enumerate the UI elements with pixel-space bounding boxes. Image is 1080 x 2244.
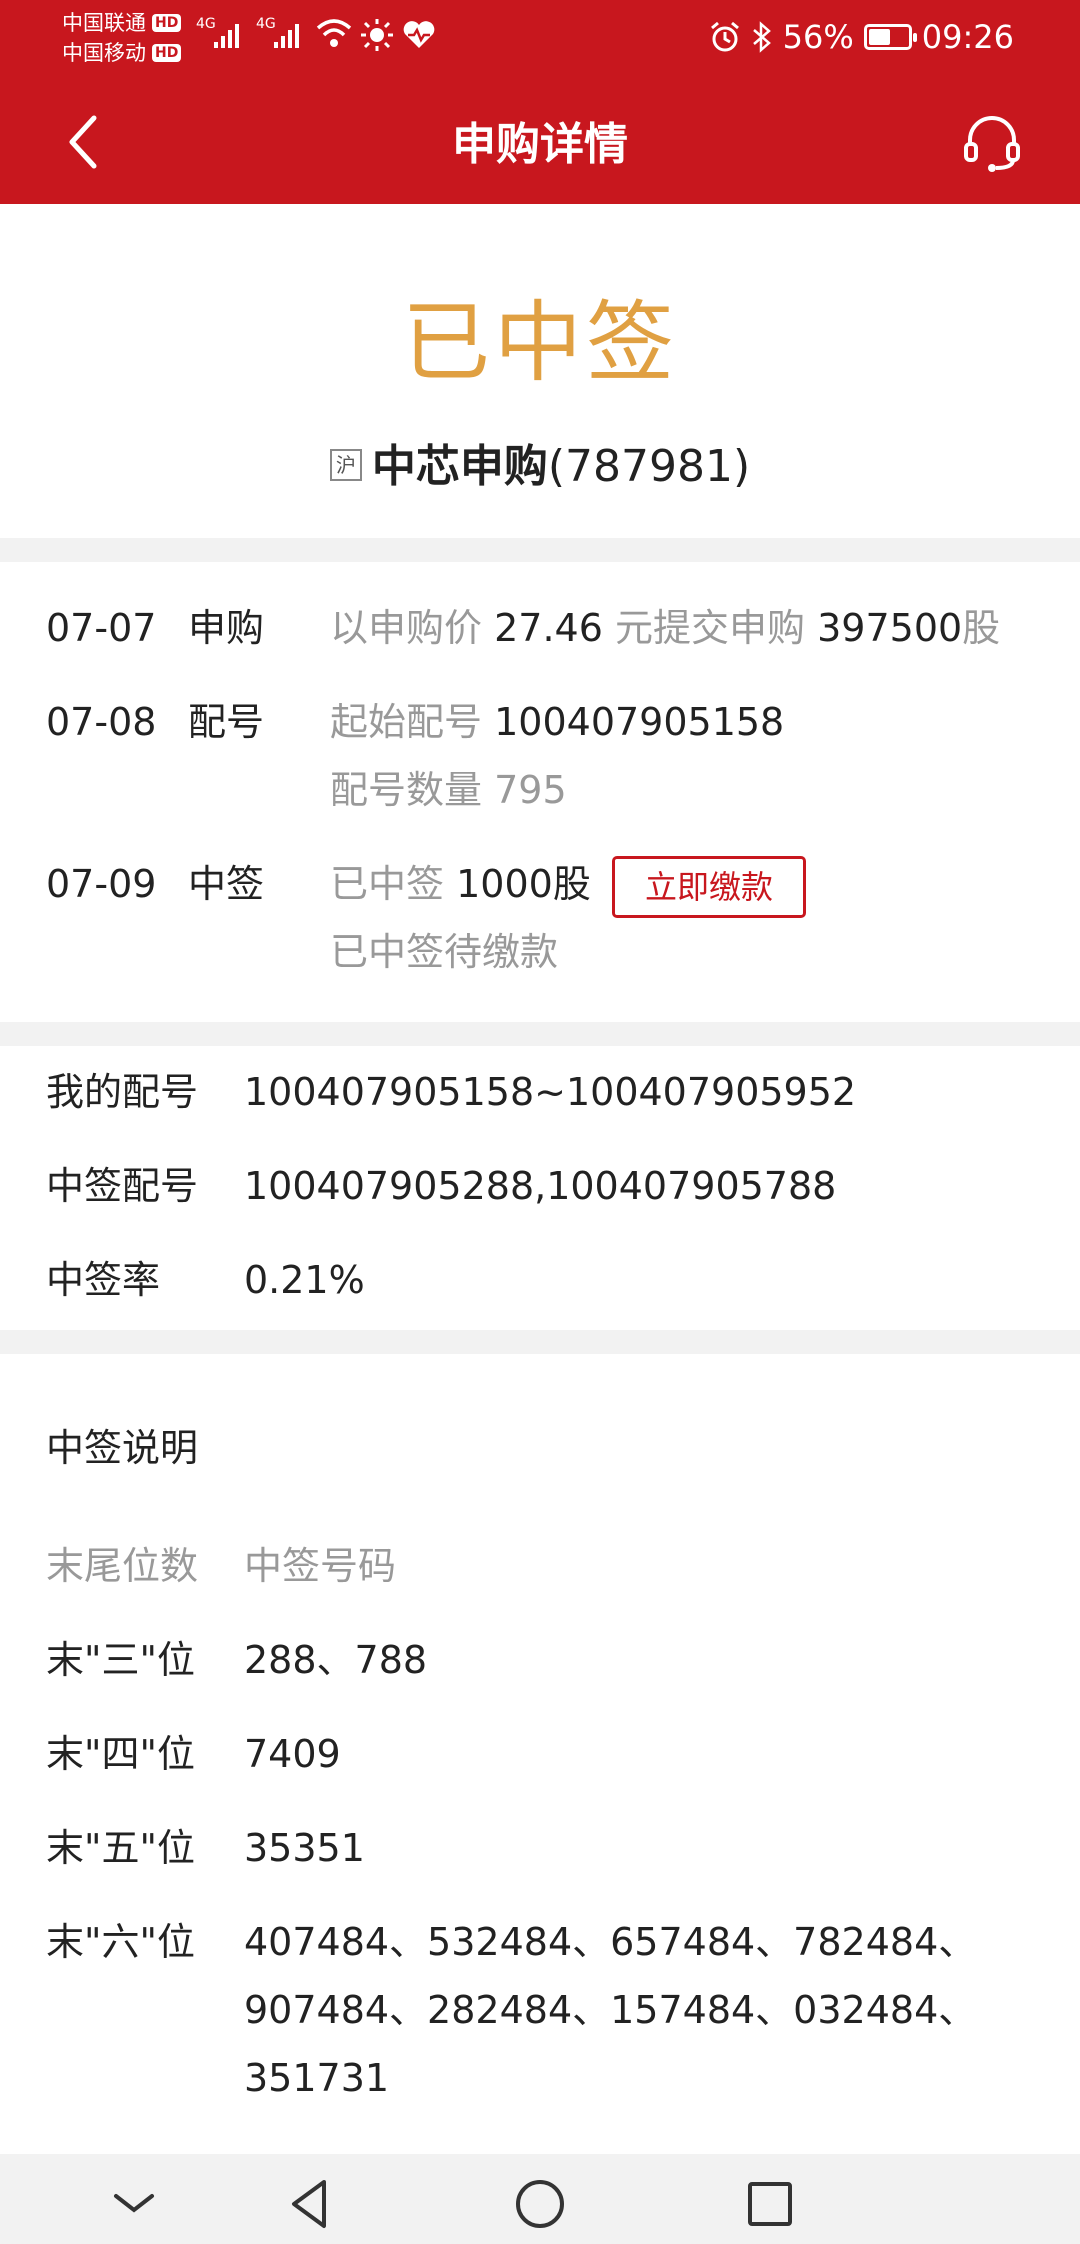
winning-numbers-value: 100407905288,100407905788 (244, 1164, 837, 1208)
subscribe-shares: 397500 (817, 606, 963, 650)
wifi-icon (316, 19, 352, 47)
win-rate-value: 0.21% (244, 1258, 365, 1302)
battery-percent: 56% (782, 18, 854, 56)
allocation-card: 我的配号 100407905158~100407905952 中签配号 1004… (0, 1046, 1080, 1330)
start-number: 100407905158 (494, 700, 785, 744)
stock-code: (787981) (547, 441, 751, 492)
subscribe-price: 27.46 (494, 606, 603, 650)
column-header-digits: 末尾位数 (46, 1544, 199, 1588)
system-nav-bar (0, 2154, 1080, 2244)
result-status: 已中签 (401, 291, 678, 394)
desc-text: 已中签 (330, 862, 445, 906)
winning-numbers-label: 中签配号 (46, 1164, 199, 1208)
carrier-info: 中国联通 HD 中国移动 HD (62, 8, 182, 68)
clock: 09:26 (921, 18, 1014, 56)
health-icon (403, 21, 435, 48)
chevron-down-icon[interactable] (106, 2176, 162, 2232)
rule-value: 907484、282484、157484、032484、 (244, 1988, 977, 2032)
timeline-action: 配号 (188, 700, 265, 744)
my-numbers-label: 我的配号 (46, 1070, 199, 1114)
rule-value: 288、788 (244, 1638, 428, 1682)
pay-now-button[interactable]: 立即缴款 (612, 856, 806, 918)
desc-text: 配号数量 (330, 768, 483, 812)
summary-card: 已中签 沪中芯申购(787981) (0, 204, 1080, 538)
rule-value: 7409 (244, 1732, 341, 1776)
rule-label: 末"六"位 (46, 1920, 195, 1964)
status-bar: 中国联通 HD 中国移动 HD 4G 4G 56% 09:26 (0, 0, 1080, 72)
desc-text: 股 (962, 606, 1001, 650)
signal-icon (214, 24, 239, 48)
brightness-icon (361, 19, 393, 51)
explanation-card: 中签说明 末尾位数 中签号码 末"三"位 288、788 末"四"位 7409 … (0, 1354, 1080, 2154)
rule-value: 35351 (244, 1826, 365, 1870)
app-header: 中国联通 HD 中国移动 HD 4G 4G 56% 09:26 申购详情 (0, 0, 1080, 204)
alarm-icon (710, 21, 739, 52)
timeline-desc: 起始配号 100407905158 (330, 698, 784, 746)
nav-back-icon[interactable] (282, 2176, 338, 2232)
timeline-action: 中签 (188, 862, 265, 906)
payment-status: 已中签待缴款 (330, 930, 559, 974)
network-type-1: 4G (196, 16, 216, 32)
desc-text: 以申购价 (330, 606, 483, 650)
signal-icon (274, 24, 299, 48)
desc-text: 起始配号 (330, 700, 483, 744)
win-rate-label: 中签率 (46, 1258, 161, 1302)
headset-icon[interactable] (960, 110, 1024, 174)
battery-icon (863, 24, 917, 50)
timeline-card: 07-07 申购 以申购价 27.46 元提交申购 397500股 07-08 … (0, 562, 1080, 1022)
battery-fill (868, 29, 891, 45)
nav-recents-icon[interactable] (742, 2176, 798, 2232)
hd-badge: HD (152, 14, 182, 32)
rule-label: 末"三"位 (46, 1638, 195, 1682)
my-numbers-value: 100407905158~100407905952 (244, 1070, 857, 1114)
rule-label: 末"五"位 (46, 1826, 195, 1870)
timeline-action: 申购 (188, 606, 265, 650)
rule-value: 351731 (244, 2056, 390, 2100)
stock-info: 沪中芯申购(787981) (0, 430, 1080, 494)
number-count: 795 (494, 768, 567, 812)
rule-value: 407484、532484、657484、782484、 (244, 1920, 977, 1964)
nav-home-icon[interactable] (512, 2176, 568, 2232)
timeline-date: 07-08 (46, 700, 157, 744)
timeline-desc-line2: 配号数量 795 (330, 766, 567, 814)
timeline-desc: 已中签 1000股 (330, 860, 591, 908)
market-tag: 沪 (329, 449, 362, 481)
carrier-2: 中国移动 (62, 41, 146, 65)
timeline-desc: 以申购价 27.46 元提交申购 397500股 (330, 604, 1000, 652)
won-shares: 1000股 (456, 862, 591, 906)
timeline-date: 07-07 (46, 606, 157, 650)
explanation-title: 中签说明 (46, 1426, 199, 1470)
network-type-2: 4G (256, 16, 276, 32)
status-right: 56% 09:26 (709, 18, 1014, 56)
column-header-numbers: 中签号码 (244, 1544, 397, 1588)
bluetooth-icon (752, 21, 771, 53)
rule-label: 末"四"位 (46, 1732, 195, 1776)
page-title: 申购详情 (452, 119, 628, 170)
timeline-date: 07-09 (46, 862, 157, 906)
stock-name: 中芯申购 (371, 441, 548, 492)
desc-text: 元提交申购 (615, 606, 806, 650)
carrier-1: 中国联通 (62, 11, 146, 35)
hd-badge: HD (152, 44, 182, 62)
